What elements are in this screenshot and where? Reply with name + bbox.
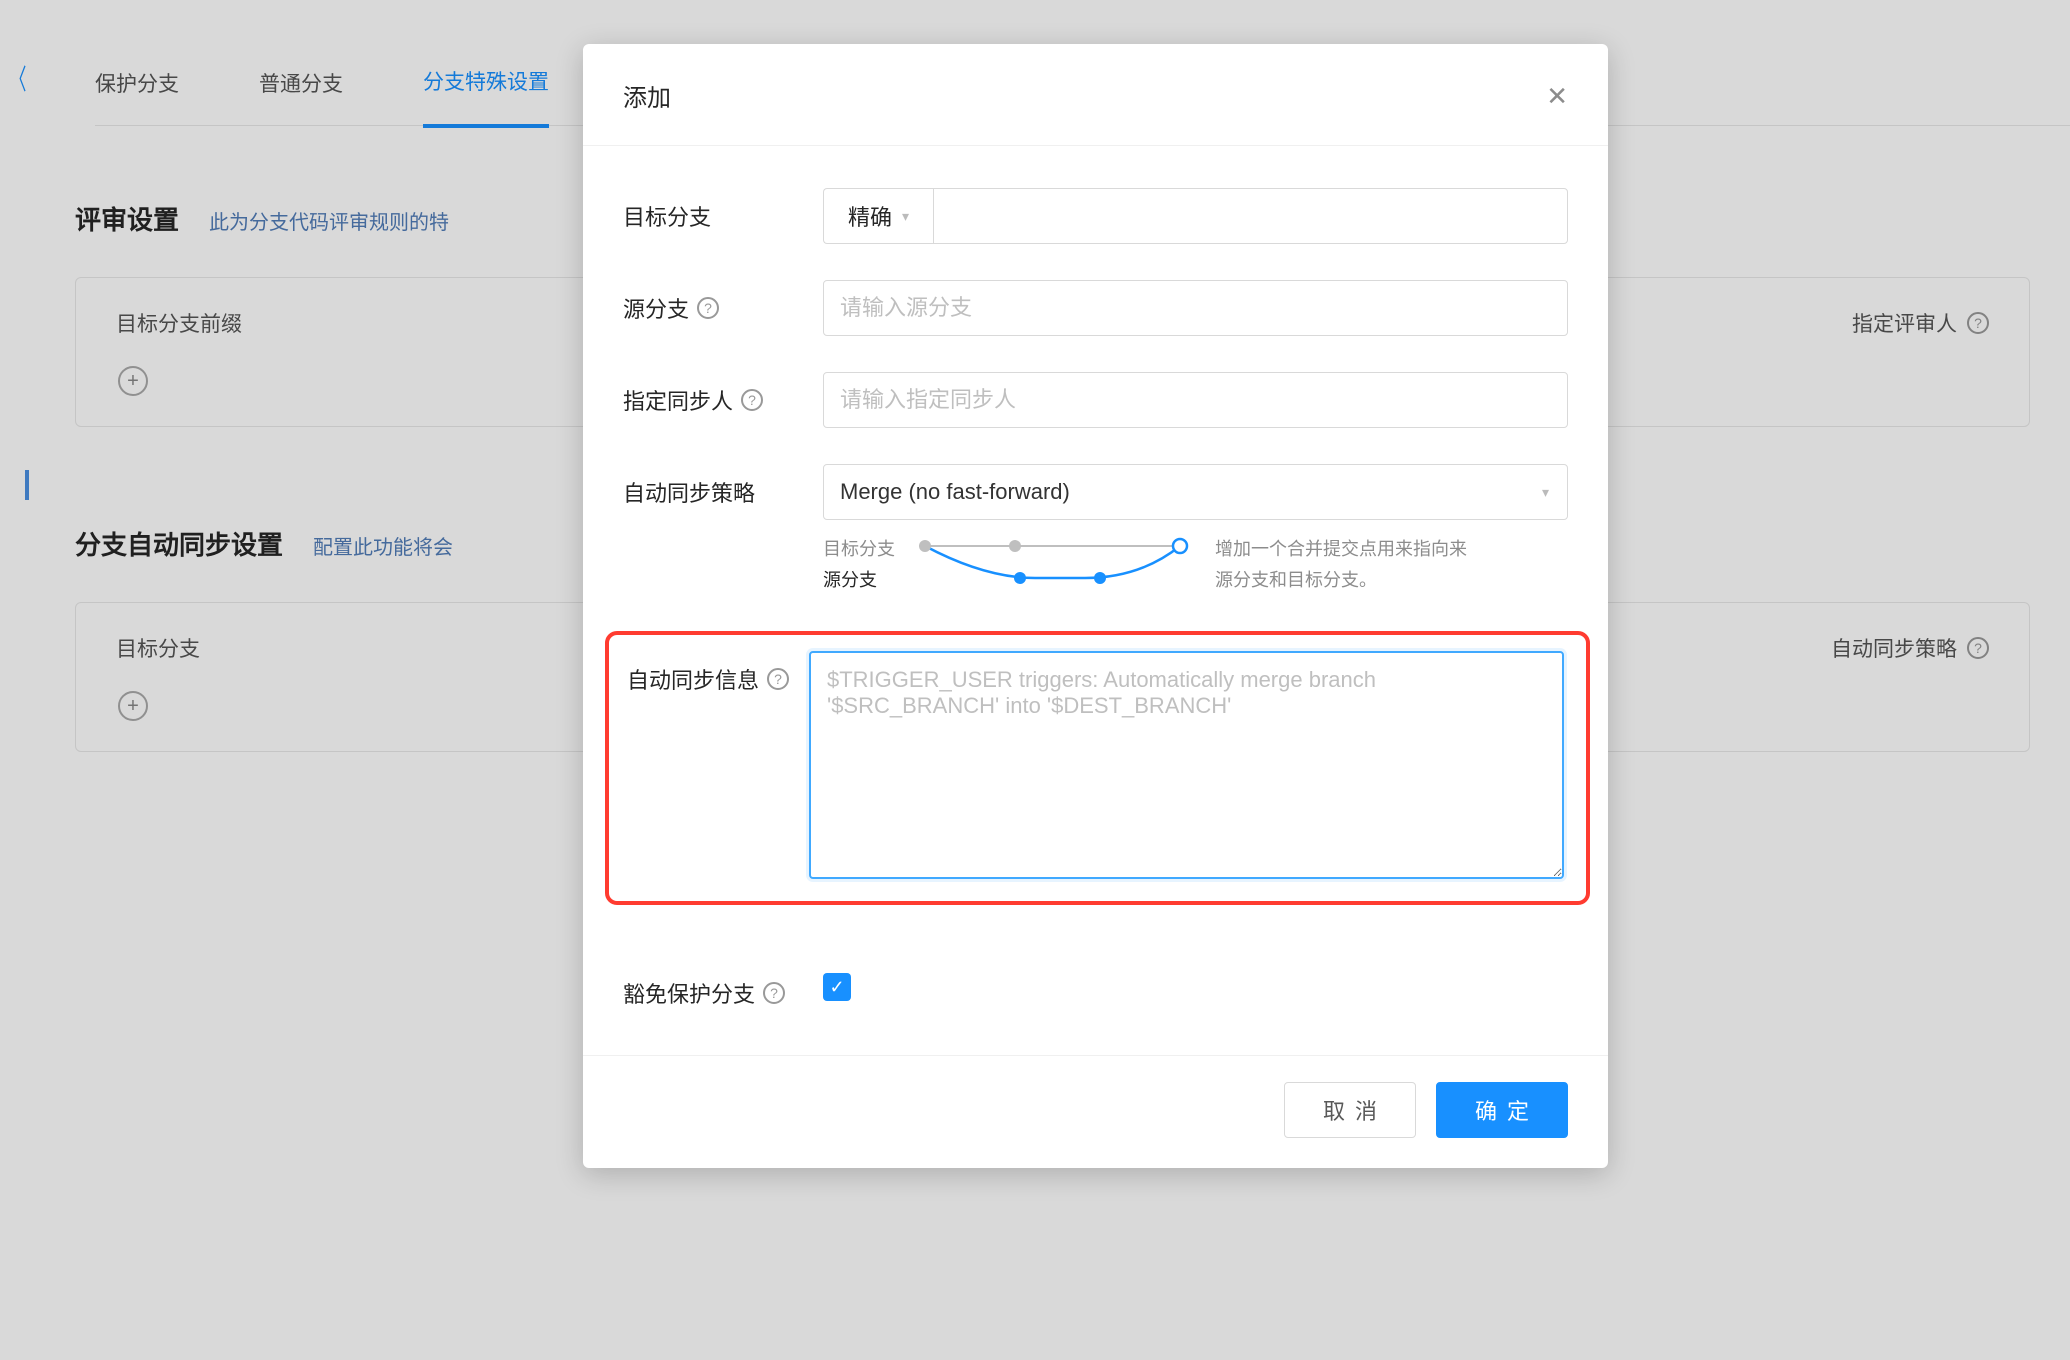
label-target-branch: 目标分支 [623, 188, 823, 232]
diagram-source-label: 源分支 [823, 565, 895, 596]
help-icon[interactable]: ? [763, 982, 785, 1004]
diagram-description: 增加一个合并提交点用来指向来源分支和目标分支。 [1215, 534, 1475, 595]
source-branch-input[interactable] [823, 280, 1568, 336]
label-strategy: 自动同步策略 [623, 464, 823, 508]
label-source-branch: 源分支 [623, 292, 689, 324]
cancel-button[interactable]: 取消 [1284, 1082, 1416, 1138]
chevron-down-icon: ▾ [902, 208, 909, 225]
sync-message-textarea[interactable] [809, 651, 1564, 879]
row-target-branch: 目标分支 精确 ▾ [623, 188, 1568, 244]
row-source-branch: 源分支 ? [623, 280, 1568, 336]
label-sync-message: 自动同步信息 [627, 663, 759, 695]
exempt-checkbox[interactable]: ✓ [823, 973, 851, 1001]
label-sync-user: 指定同步人 [623, 384, 733, 416]
help-icon[interactable]: ? [697, 297, 719, 319]
strategy-value: Merge (no fast-forward) [840, 479, 1551, 505]
row-exempt: 豁免保护分支 ? ✓ [623, 965, 1568, 1009]
match-mode-select[interactable]: 精确 ▾ [823, 188, 933, 244]
diagram-target-label: 目标分支 [823, 534, 895, 565]
strategy-diagram: 目标分支 源分支 增加一个合并提交点用来指向来源分支和目标分支。 [823, 534, 1568, 595]
chevron-down-icon: ▾ [1542, 484, 1549, 501]
modal-footer: 取消 确定 [583, 1055, 1608, 1168]
ok-button[interactable]: 确定 [1436, 1082, 1568, 1138]
add-modal: 添加 ✕ 目标分支 精确 ▾ 源分支 ? 指定同步人 [583, 44, 1608, 1168]
merge-diagram-icon [915, 534, 1195, 586]
sync-user-input[interactable] [823, 372, 1568, 428]
row-sync-message: 自动同步信息 ? [605, 631, 1590, 905]
modal-header: 添加 ✕ [583, 44, 1608, 146]
modal-body: 目标分支 精确 ▾ 源分支 ? 指定同步人 ? [583, 146, 1608, 1055]
modal-title: 添加 [623, 78, 671, 113]
close-icon[interactable]: ✕ [1546, 83, 1568, 109]
match-mode-value: 精确 [848, 200, 892, 232]
target-branch-input[interactable] [933, 188, 1568, 244]
label-exempt: 豁免保护分支 [623, 977, 755, 1009]
row-strategy: 自动同步策略 Merge (no fast-forward) ▾ 目标分支 源分… [623, 464, 1568, 595]
help-icon[interactable]: ? [767, 668, 789, 690]
row-sync-user: 指定同步人 ? [623, 372, 1568, 428]
help-icon[interactable]: ? [741, 389, 763, 411]
strategy-select[interactable]: Merge (no fast-forward) ▾ [823, 464, 1568, 520]
